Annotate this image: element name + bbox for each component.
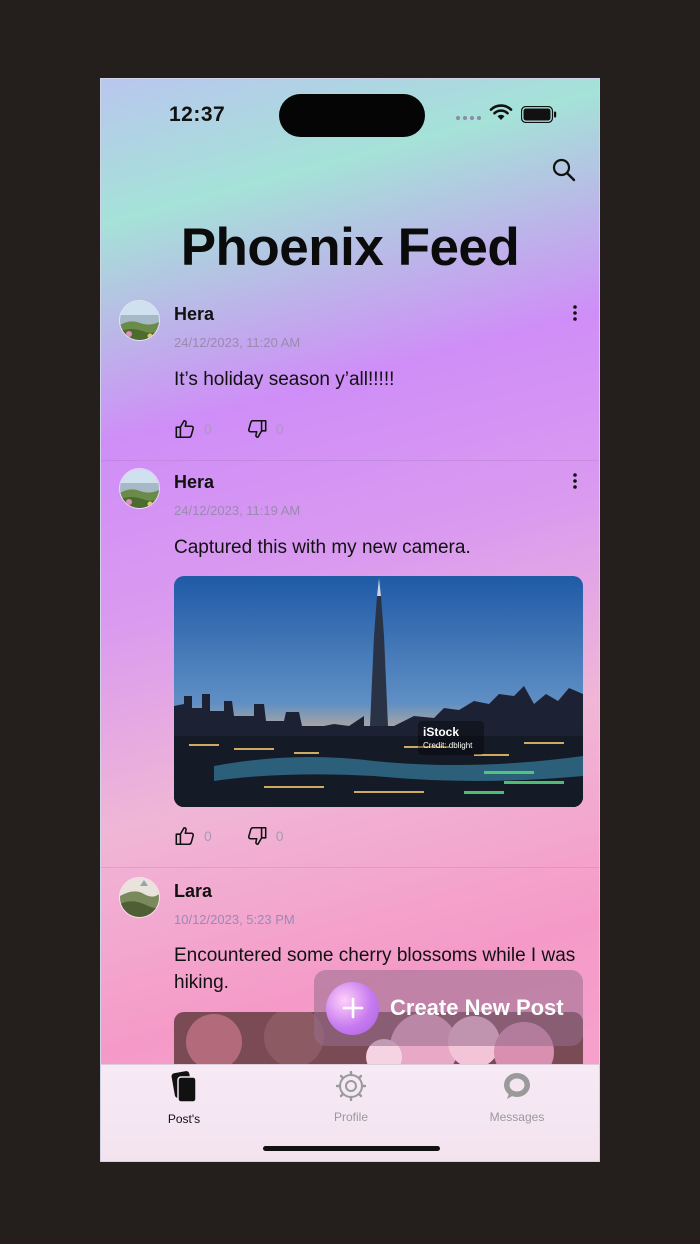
battery-icon bbox=[521, 106, 557, 123]
tab-posts[interactable]: Post's bbox=[124, 1071, 244, 1126]
avatar[interactable] bbox=[119, 877, 160, 918]
like-count: 0 bbox=[204, 828, 212, 844]
post-image[interactable]: iStock Credit: dblight bbox=[174, 576, 583, 807]
tab-label: Messages bbox=[489, 1110, 545, 1124]
create-post-button[interactable]: Create New Post bbox=[314, 970, 583, 1046]
image-credit: Credit: dblight bbox=[423, 741, 473, 750]
plus-icon bbox=[326, 981, 379, 1035]
post-author[interactable]: Hera bbox=[174, 472, 214, 493]
post-card: Hera 24/12/2023, 11:20 AM It’s holiday s… bbox=[101, 292, 599, 460]
post-actions: 0 0 bbox=[174, 418, 318, 440]
dynamic-island bbox=[279, 94, 425, 137]
thumbs-up-icon bbox=[175, 419, 195, 439]
like-button[interactable]: 0 bbox=[174, 418, 212, 440]
post-text: It’s holiday season y’all!!!!! bbox=[174, 369, 395, 390]
tab-label: Post's bbox=[167, 1112, 201, 1126]
post-card: Hera 24/12/2023, 11:19 AM Captured this … bbox=[101, 461, 599, 867]
search-icon[interactable] bbox=[551, 157, 577, 183]
dislike-count: 0 bbox=[275, 421, 284, 437]
avatar[interactable] bbox=[119, 468, 160, 509]
tab-bar: Post's Profile Messages bbox=[101, 1064, 599, 1161]
thumbs-down-icon bbox=[247, 419, 267, 439]
dislike-count: 0 bbox=[275, 828, 284, 844]
post-author[interactable]: Lara bbox=[174, 881, 212, 902]
post-timestamp: 24/12/2023, 11:19 AM bbox=[174, 503, 301, 518]
profile-gear-icon bbox=[335, 1070, 367, 1102]
tab-profile[interactable]: Profile bbox=[291, 1070, 411, 1124]
thumbs-down-icon bbox=[247, 826, 267, 846]
image-watermark: iStock bbox=[423, 725, 459, 739]
cellular-signal-icon bbox=[456, 116, 481, 120]
thumbs-up-icon bbox=[175, 826, 195, 846]
tab-messages[interactable]: Messages bbox=[457, 1071, 577, 1124]
status-bar: 12:37 bbox=[101, 79, 599, 139]
post-author[interactable]: Hera bbox=[174, 304, 214, 325]
messages-icon bbox=[504, 1073, 530, 1099]
posts-icon bbox=[171, 1071, 197, 1103]
post-actions: 0 0 bbox=[174, 825, 318, 847]
post-timestamp: 24/12/2023, 11:20 AM bbox=[174, 335, 301, 350]
tab-label: Profile bbox=[333, 1110, 368, 1124]
create-post-label: Create New Post bbox=[390, 995, 564, 1020]
post-timestamp: 10/12/2023, 5:23 PM bbox=[174, 912, 295, 927]
dislike-button[interactable]: 0 bbox=[246, 418, 284, 440]
home-indicator bbox=[263, 1146, 440, 1151]
phone-screen: 12:37 Phoenix Feed Hera 24/12/2023, 11:2… bbox=[100, 78, 600, 1162]
status-time: 12:37 bbox=[169, 103, 226, 126]
wifi-icon bbox=[489, 104, 513, 120]
avatar[interactable] bbox=[119, 300, 160, 341]
more-options-icon[interactable] bbox=[571, 304, 579, 322]
more-options-icon[interactable] bbox=[571, 472, 579, 490]
like-button[interactable]: 0 bbox=[174, 825, 212, 847]
page-title: Phoenix Feed bbox=[180, 218, 520, 277]
post-text: Captured this with my new camera. bbox=[174, 537, 471, 558]
dislike-button[interactable]: 0 bbox=[246, 825, 284, 847]
like-count: 0 bbox=[204, 421, 212, 437]
